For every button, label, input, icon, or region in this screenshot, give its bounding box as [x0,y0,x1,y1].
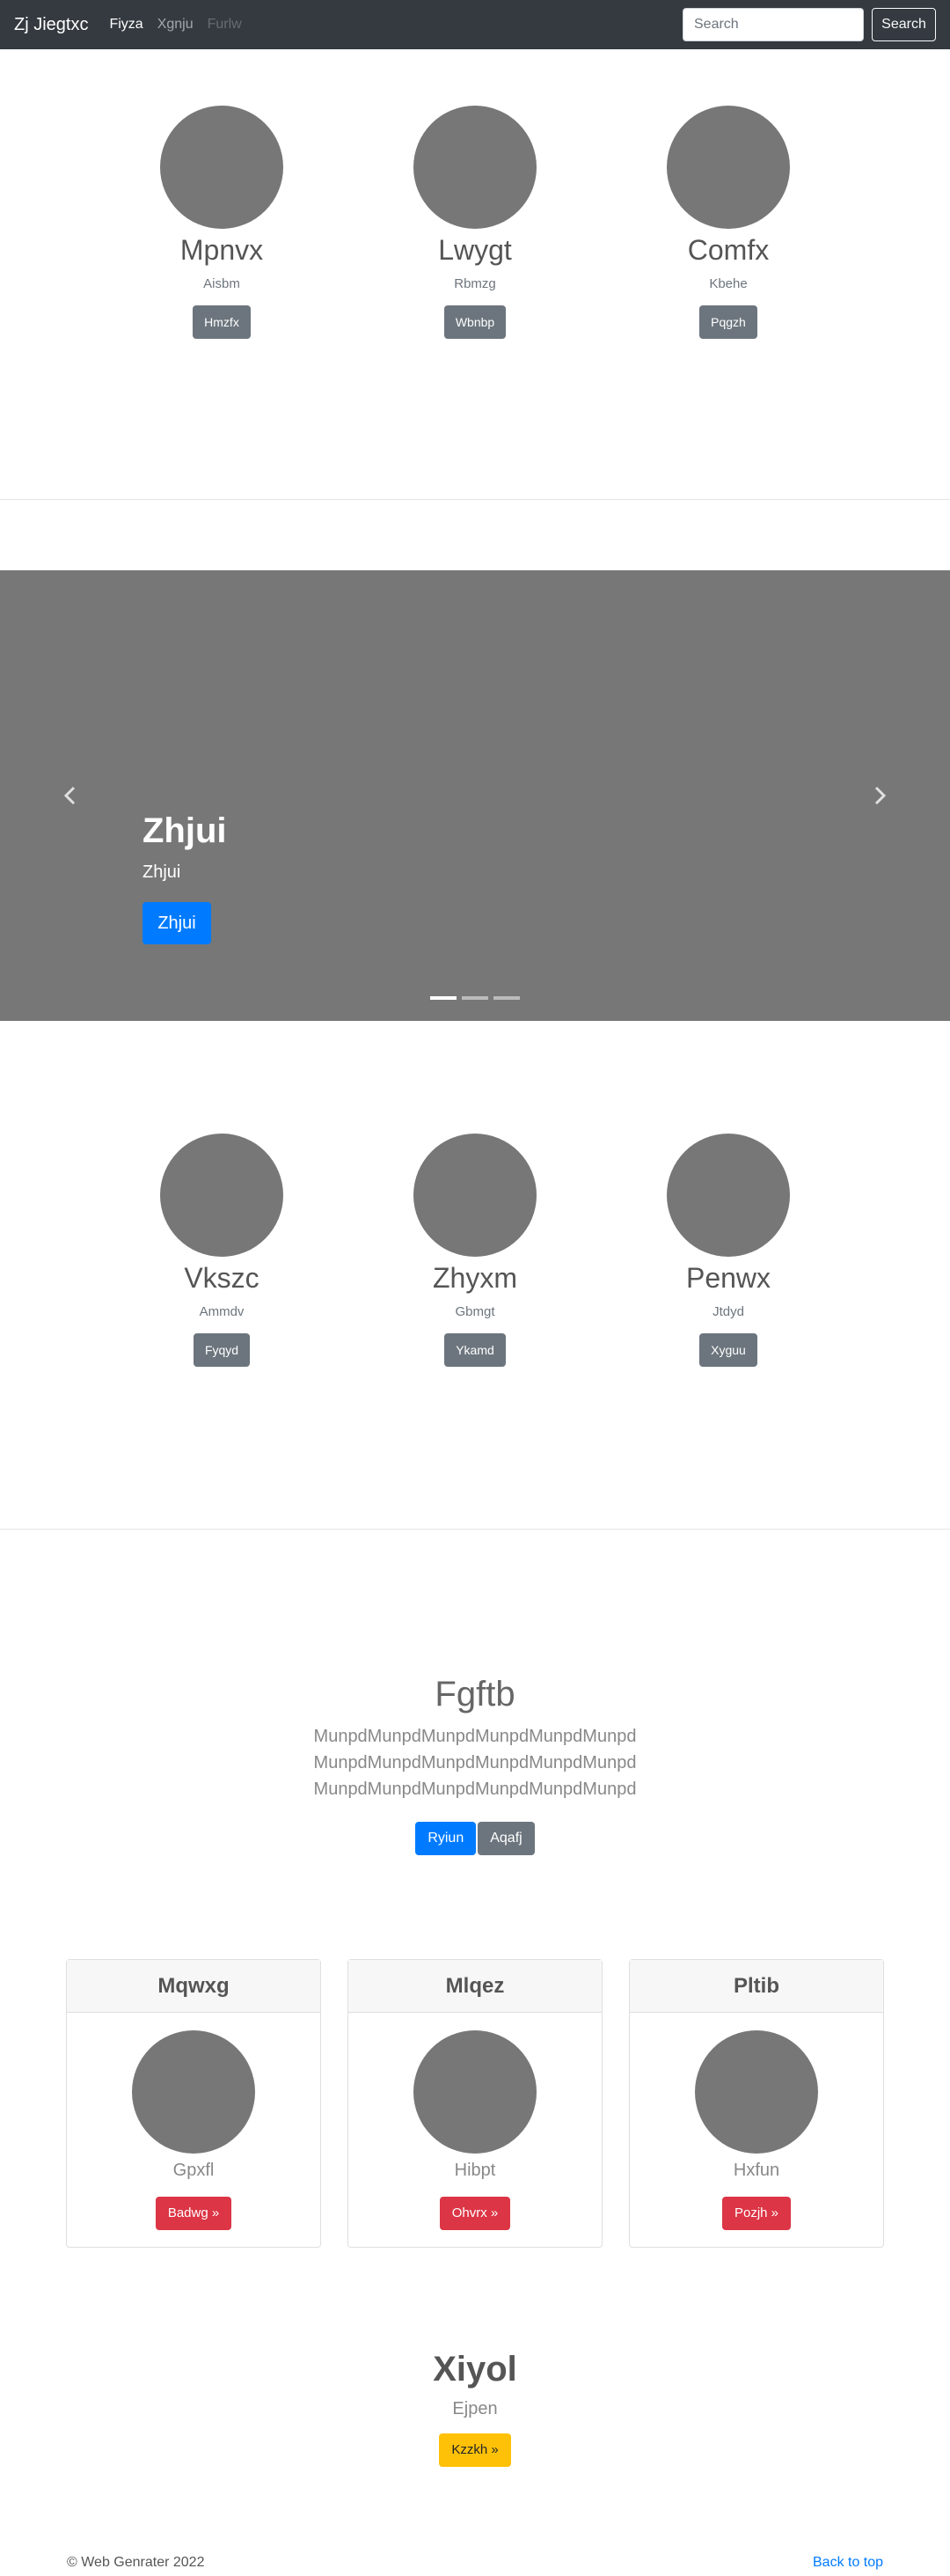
carousel-indicator-3[interactable] [493,996,520,1000]
card-header: Mqwxg [67,1960,320,2013]
jumbotron-actions: Ryiun Aqafj [0,1822,950,1855]
card-header: Pltib [630,1960,883,2013]
placeholder-image [132,2030,255,2154]
hero-title: Xiyol [433,2350,517,2389]
trio-item: Lwygt Rbmzg Wbnbp [348,106,602,339]
trio-title: Penwx [685,1262,771,1294]
card-text: Hxfun [733,2161,780,2180]
section-divider [0,499,950,500]
trio-button[interactable]: Fyqyd [193,1333,251,1367]
placeholder-image [667,1134,790,1257]
section-divider [0,1529,950,1530]
trio-item: Mpnvx Aisbm Hmzfx [95,106,348,339]
placeholder-image [667,106,790,229]
card-header: Mlqez [348,1960,602,2013]
chevron-right-icon[interactable] [871,785,888,806]
card-button[interactable]: Badwg » [155,2197,232,2230]
trio-subtitle: Kbehe [709,276,748,291]
trio-item: Comfx Kbehe Pqgzh [602,106,855,339]
card-text: Gpxfl [172,2161,215,2180]
hero-button[interactable]: Kzzkh » [439,2433,511,2467]
carousel: Zhjui Zhjui Zhjui [0,570,950,1021]
card: Mlqez Hibpt Ohvrx » [347,1959,603,2248]
trio-item: Zhyxm Gbmgt Ykamd [348,1134,602,1367]
card-button[interactable]: Pozjh » [721,2197,792,2230]
trio-subtitle: Gbmgt [455,1304,495,1319]
trio-item: Penwx Jtdyd Xyguu [602,1134,855,1367]
carousel-title: Zhjui [142,811,227,850]
card-button[interactable]: Ohvrx » [439,2197,511,2230]
trio-title: Lwygt [438,234,512,266]
trio-title: Mpnvx [179,234,264,266]
jumbotron: Fgftb MunpdMunpdMunpdMunpdMunpdMunpd Mun… [0,1672,950,1855]
carousel-subtitle: Zhjui [142,862,181,882]
trio-subtitle: Ammdv [199,1304,245,1319]
trio-button[interactable]: Wbnbp [443,305,507,339]
trio-title: Comfx [687,234,770,266]
trio-button[interactable]: Pqgzh [699,305,757,339]
trio-subtitle: Jtdyd [712,1304,744,1319]
jumbotron-line: MunpdMunpdMunpdMunpdMunpdMunpd [313,1780,637,1799]
jumbotron-line: MunpdMunpdMunpdMunpdMunpdMunpd [313,1727,637,1746]
nav-link-2[interactable]: Xgnju [157,17,194,33]
brand-link[interactable]: Zj Jiegtxc [14,15,88,35]
trio-item: Vkszc Ammdv Fyqyd [95,1134,348,1367]
placeholder-image [413,106,537,229]
carousel-indicator-1[interactable] [430,996,457,1000]
jumbotron-line: MunpdMunpdMunpdMunpdMunpdMunpd [313,1753,637,1772]
card-text: Hibpt [454,2161,496,2180]
trio-subtitle: Rbmzg [454,276,496,291]
chevron-left-icon[interactable] [62,785,79,806]
carousel-indicator-2[interactable] [462,996,488,1000]
navbar: Zj Jiegtxc Fiyza Xgnju Furlw Search [0,0,950,49]
jumbotron-title: Fgftb [435,1675,515,1714]
search-button[interactable]: Search [872,8,936,41]
placeholder-image [160,1134,283,1257]
placeholder-image [413,2030,537,2154]
hero-subtitle: Ejpen [452,2399,498,2418]
placeholder-image [695,2030,818,2154]
trio-button[interactable]: Hmzfx [193,305,251,339]
nav-link-3: Furlw [207,17,242,32]
footer-copyright: © Web Genrater 2022 [67,2555,205,2570]
trio-title: Vkszc [184,1262,259,1294]
trio-subtitle: Aisbm [203,276,240,291]
search-input[interactable] [683,8,864,41]
secondary-button[interactable]: Aqafj [478,1822,535,1855]
primary-button[interactable]: Ryiun [415,1822,477,1855]
trio-button[interactable]: Ykamd [444,1333,506,1367]
placeholder-image [413,1134,537,1257]
trio-title: Zhyxm [433,1262,517,1294]
nav-link-1[interactable]: Fiyza [109,17,142,33]
hero-section: Xiyol Ejpen Kzzkh » [0,2345,950,2467]
back-to-top-link[interactable]: Back to top [813,2555,883,2571]
placeholder-image [160,106,283,229]
card: Pltib Hxfun Pozjh » [629,1959,884,2248]
card: Mqwxg Gpxfl Badwg » [66,1959,321,2248]
carousel-button[interactable]: Zhjui [142,902,211,944]
trio-button[interactable]: Xyguu [699,1333,757,1367]
